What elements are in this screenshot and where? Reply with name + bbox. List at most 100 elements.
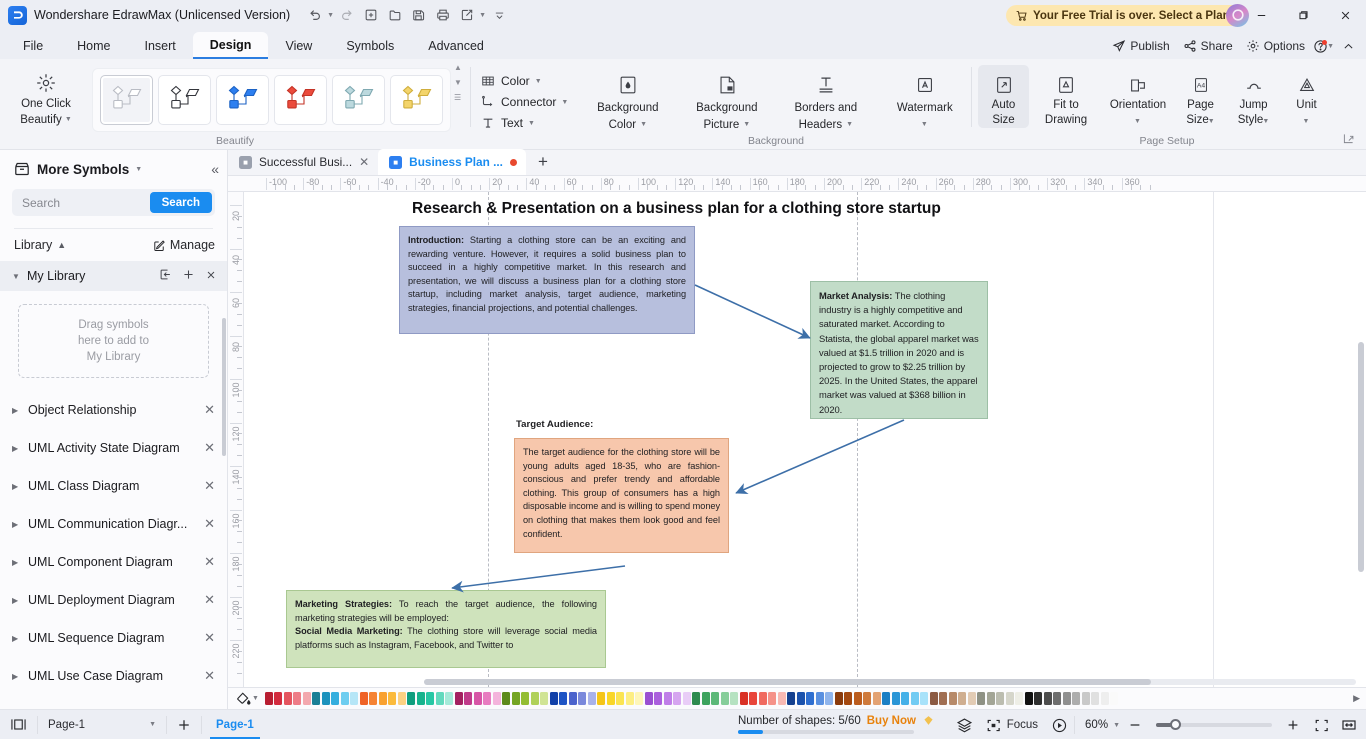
minimize-button[interactable]	[1240, 0, 1282, 30]
menu-tab-symbols[interactable]: Symbols	[329, 32, 411, 59]
color-swatch-6[interactable]	[321, 692, 330, 705]
page-view-toggle[interactable]	[0, 710, 37, 739]
undo-caret-icon[interactable]: ▼	[327, 12, 334, 19]
color-swatch-87[interactable]	[1091, 692, 1100, 705]
color-swatch-45[interactable]	[692, 692, 701, 705]
my-library-expand-caret-icon[interactable]: ▼	[12, 272, 20, 281]
ribbon-connector-button[interactable]: Connector ▼	[480, 95, 568, 109]
color-swatch-33[interactable]	[578, 692, 587, 705]
orientation-caret-icon[interactable]: ▼	[1134, 118, 1141, 125]
fit-to-drawing-button[interactable]: Fit to Drawing	[1031, 65, 1101, 128]
theme-scroll-up-icon[interactable]: ▲	[454, 64, 462, 72]
color-swatch-30[interactable]	[549, 692, 558, 705]
theme-swatch-2[interactable]	[216, 75, 269, 125]
canvas-title[interactable]: Research & Presentation on a business pl…	[412, 200, 941, 218]
color-swatch-86[interactable]	[1081, 692, 1090, 705]
color-swatch-0[interactable]	[264, 692, 273, 705]
color-swatch-19[interactable]	[445, 692, 454, 705]
help-button[interactable]: ▼	[1313, 39, 1334, 54]
color-swatch-17[interactable]	[426, 692, 435, 705]
page-tab-page1[interactable]: Page-1	[202, 710, 268, 739]
library-item-close-icon[interactable]: ✕	[204, 630, 215, 646]
one-click-beautify-button[interactable]: One Click Beautify ▼	[0, 65, 92, 127]
trial-banner[interactable]: Your Free Trial is over. Select a Plan	[1006, 5, 1243, 26]
zoom-caret-icon[interactable]: ▼	[1113, 722, 1120, 729]
marketing-strategies-shape[interactable]: Marketing Strategies: To reach the targe…	[286, 590, 606, 668]
color-swatch-24[interactable]	[492, 692, 501, 705]
help-caret-icon[interactable]: ▼	[1327, 43, 1334, 50]
library-item-expand-caret-icon[interactable]: ▶	[12, 596, 20, 605]
folder-open-icon[interactable]	[384, 4, 406, 26]
color-swatch-29[interactable]	[540, 692, 549, 705]
color-swatch-68[interactable]	[910, 692, 919, 705]
market-analysis-shape[interactable]: Market Analysis: The clothing industry i…	[810, 281, 988, 419]
color-swatch-49[interactable]	[730, 692, 739, 705]
color-swatch-85[interactable]	[1072, 692, 1081, 705]
color-swatch-5[interactable]	[312, 692, 321, 705]
horizontal-scrollbar-thumb[interactable]	[424, 679, 1151, 685]
color-swatch-39[interactable]	[635, 692, 644, 705]
library-item-3[interactable]: ▶ UML Communication Diagr... ✕	[0, 505, 227, 543]
color-swatch-73[interactable]	[958, 692, 967, 705]
layers-button[interactable]	[952, 712, 978, 738]
redo-icon[interactable]	[336, 4, 358, 26]
undo-icon[interactable]	[304, 4, 326, 26]
library-item-expand-caret-icon[interactable]: ▶	[12, 558, 20, 567]
color-swatch-57[interactable]	[806, 692, 815, 705]
color-swatch-54[interactable]	[777, 692, 786, 705]
unit-caret-icon[interactable]: ▼	[1303, 118, 1310, 125]
color-swatch-61[interactable]	[844, 692, 853, 705]
color-swatch-28[interactable]	[530, 692, 539, 705]
library-item-expand-caret-icon[interactable]: ▶	[12, 634, 20, 643]
color-swatch-7[interactable]	[331, 692, 340, 705]
background-color-caret-icon[interactable]: ▼	[640, 118, 647, 132]
sidebar-title-caret-icon[interactable]: ▼	[135, 166, 142, 173]
color-swatch-77[interactable]	[996, 692, 1005, 705]
theme-scroll-down-icon[interactable]: ▼	[454, 79, 462, 87]
color-swatch-81[interactable]	[1034, 692, 1043, 705]
color-swatch-34[interactable]	[587, 692, 596, 705]
page-setup-dialog-launcher[interactable]	[1343, 133, 1354, 147]
presentation-play-button[interactable]	[1046, 712, 1072, 738]
library-item-0[interactable]: ▶ Object Relationship ✕	[0, 391, 227, 429]
one-click-beautify-caret-icon[interactable]: ▼	[65, 113, 72, 127]
page-selector[interactable]: Page-1 ▼	[38, 710, 166, 739]
library-dropzone[interactable]: Drag symbols here to add to My Library	[18, 304, 209, 378]
library-item-close-icon[interactable]: ✕	[204, 592, 215, 608]
library-section-header[interactable]: Library ▲ Manage	[0, 229, 227, 261]
color-swatch-67[interactable]	[901, 692, 910, 705]
color-swatch-55[interactable]	[787, 692, 796, 705]
print-icon[interactable]	[432, 4, 454, 26]
page-sheet[interactable]: Research & Presentation on a business pl…	[244, 192, 1366, 687]
color-swatch-10[interactable]	[359, 692, 368, 705]
ribbon-text-button[interactable]: Text ▼	[480, 116, 568, 130]
add-library-icon[interactable]	[182, 268, 195, 284]
color-swatch-3[interactable]	[293, 692, 302, 705]
color-swatch-9[interactable]	[350, 692, 359, 705]
search-input[interactable]	[22, 195, 122, 210]
library-item-close-icon[interactable]: ✕	[204, 668, 215, 684]
color-swatch-40[interactable]	[644, 692, 653, 705]
library-item-close-icon[interactable]: ✕	[204, 402, 215, 418]
library-item-6[interactable]: ▶ UML Sequence Diagram ✕	[0, 619, 227, 657]
borders-and-headers-caret-icon[interactable]: ▼	[846, 118, 853, 132]
color-swatch-89[interactable]	[1110, 692, 1119, 705]
export-icon[interactable]	[456, 4, 478, 26]
color-swatch-52[interactable]	[758, 692, 767, 705]
color-swatch-46[interactable]	[701, 692, 710, 705]
library-item-1[interactable]: ▶ UML Activity State Diagram ✕	[0, 429, 227, 467]
color-swatch-35[interactable]	[597, 692, 606, 705]
color-swatch-23[interactable]	[483, 692, 492, 705]
symbol-search-box[interactable]: Search	[12, 189, 215, 216]
target-audience-shape[interactable]: The target audience for the clothing sto…	[514, 438, 729, 553]
unit-button[interactable]: Unit ▼	[1281, 65, 1332, 128]
library-item-expand-caret-icon[interactable]: ▶	[12, 672, 20, 681]
vertical-scrollbar-thumb[interactable]	[1358, 342, 1364, 572]
page-selector-caret-icon[interactable]: ▼	[149, 721, 156, 728]
menu-tab-file[interactable]: File	[6, 32, 60, 59]
zoom-in-button[interactable]	[1280, 712, 1306, 738]
color-swatch-53[interactable]	[768, 692, 777, 705]
library-item-close-icon[interactable]: ✕	[204, 478, 215, 494]
close-button[interactable]	[1324, 0, 1366, 30]
color-swatch-42[interactable]	[663, 692, 672, 705]
